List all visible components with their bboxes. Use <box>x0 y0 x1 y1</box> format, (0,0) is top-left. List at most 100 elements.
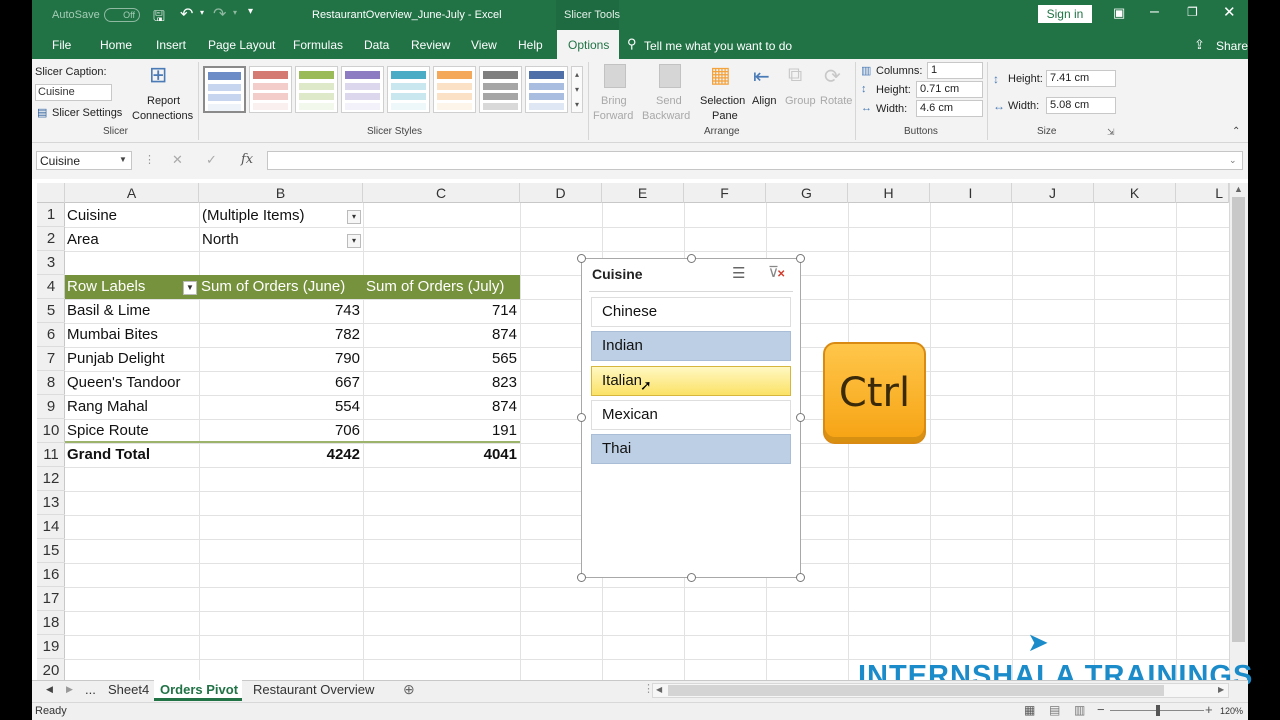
row-header[interactable]: 15 <box>37 539 65 563</box>
resize-handle[interactable] <box>577 573 586 582</box>
slicer-style-3[interactable] <box>295 66 338 113</box>
selection-pane-label-1[interactable]: Selection <box>700 95 745 107</box>
sheet-tab-restaurant-overview[interactable]: Restaurant Overview <box>253 682 374 700</box>
pivot-row-name[interactable]: Spice Route <box>67 419 149 443</box>
row-header[interactable]: 10 <box>37 419 65 443</box>
collapse-ribbon-icon[interactable]: ⌃ <box>1232 126 1240 137</box>
share-icon[interactable]: ⇪ <box>1194 37 1205 53</box>
size-dialog-launcher-icon[interactable]: ⇲ <box>1107 127 1115 138</box>
column-header-e[interactable]: E <box>602 183 684 203</box>
pivot-row-june[interactable]: 706 <box>199 419 360 443</box>
pivot-row-july[interactable]: 823 <box>363 371 517 395</box>
slicer-item-mexican[interactable]: Mexican <box>591 400 791 430</box>
selection-pane-label-2[interactable]: Pane <box>712 110 738 122</box>
select-all-corner[interactable] <box>37 183 65 203</box>
new-sheet-icon[interactable]: ⊕ <box>403 681 415 698</box>
row-header[interactable]: 17 <box>37 587 65 611</box>
tab-data[interactable]: Data <box>364 38 389 52</box>
horizontal-scroll-thumb[interactable] <box>668 685 1164 696</box>
pivot-row-july[interactable]: 565 <box>363 347 517 371</box>
scroll-tabs-left-icon[interactable]: ◀ <box>46 684 53 695</box>
row-header[interactable]: 4 <box>37 275 65 299</box>
redo-icon[interactable]: ↷ <box>213 4 226 24</box>
slicer-item-thai[interactable]: Thai <box>591 434 791 464</box>
slicer-settings-icon[interactable]: ▤ <box>37 106 47 119</box>
tab-file[interactable]: File <box>52 38 71 52</box>
tab-insert[interactable]: Insert <box>156 38 186 52</box>
slicer-style-1[interactable] <box>203 66 246 113</box>
report-connections-label-2[interactable]: Connections <box>132 110 193 122</box>
row-header[interactable]: 3 <box>37 251 65 275</box>
slicer-style-6[interactable] <box>433 66 476 113</box>
name-box-dropdown-icon[interactable]: ▼ <box>119 155 127 164</box>
pivot-row-june[interactable]: 554 <box>199 395 360 419</box>
resize-handle[interactable] <box>796 413 805 422</box>
pivot-filter-label-area[interactable]: Area <box>67 228 99 252</box>
tab-page-layout[interactable]: Page Layout <box>208 38 275 52</box>
row-header[interactable]: 2 <box>37 227 65 251</box>
sheet-tab-orders-pivot[interactable]: Orders Pivot <box>160 682 238 700</box>
tab-help[interactable]: Help <box>518 38 543 52</box>
save-icon[interactable]: 🖫 <box>153 6 165 30</box>
column-header-g[interactable]: G <box>766 183 848 203</box>
normal-view-icon[interactable]: ▦ <box>1024 703 1035 717</box>
zoom-level[interactable]: 120% <box>1220 706 1243 716</box>
pivot-row-june[interactable]: 667 <box>199 371 360 395</box>
grand-total-july[interactable]: 4041 <box>363 443 517 467</box>
formula-input[interactable] <box>267 151 1243 170</box>
resize-handle[interactable] <box>577 413 586 422</box>
tab-home[interactable]: Home <box>100 38 132 52</box>
grand-total-label[interactable]: Grand Total <box>67 443 150 467</box>
pivot-row-name[interactable]: Mumbai Bites <box>67 323 158 347</box>
button-height-spinner[interactable]: 0.71 cm <box>916 81 983 98</box>
column-header-b[interactable]: B <box>199 183 363 203</box>
tab-review[interactable]: Review <box>411 38 450 52</box>
pivot-row-july[interactable]: 874 <box>363 323 517 347</box>
pivot-row-name[interactable]: Rang Mahal <box>67 395 148 419</box>
size-width-spinner[interactable]: 5.08 cm <box>1046 97 1116 114</box>
row-header[interactable]: 1 <box>37 203 65 227</box>
share-button[interactable]: Share <box>1216 39 1248 53</box>
filter-active-icon[interactable]: ▾ <box>347 234 361 248</box>
column-header-k[interactable]: K <box>1094 183 1176 203</box>
filter-active-icon[interactable]: ▾ <box>347 210 361 224</box>
pivot-row-name[interactable]: Queen's Tandoor <box>67 371 181 395</box>
slicer-item-chinese[interactable]: Chinese <box>591 297 791 327</box>
undo-icon[interactable]: ↶ <box>180 4 193 24</box>
align-icon[interactable]: ⇤ <box>753 64 770 89</box>
restore-icon[interactable]: ❐ <box>1187 5 1198 19</box>
scroll-up-icon[interactable]: ▲ <box>1234 184 1243 194</box>
slicer-style-7[interactable] <box>479 66 522 113</box>
column-header-i[interactable]: I <box>930 183 1012 203</box>
row-header[interactable]: 6 <box>37 323 65 347</box>
expand-formula-bar-icon[interactable]: ⌄ <box>1229 155 1237 166</box>
slicer-style-8[interactable] <box>525 66 568 113</box>
insert-function-button[interactable]: fx <box>241 152 253 167</box>
resize-handle[interactable] <box>687 573 696 582</box>
scroll-right-icon[interactable]: ▶ <box>1218 685 1224 694</box>
zoom-in-icon[interactable]: + <box>1205 702 1213 717</box>
tab-formulas[interactable]: Formulas <box>293 38 343 52</box>
column-header-c[interactable]: C <box>363 183 520 203</box>
row-labels-filter-icon[interactable]: ▼ <box>183 281 197 295</box>
row-header[interactable]: 18 <box>37 611 65 635</box>
resize-handle[interactable] <box>796 573 805 582</box>
ribbon-display-options-icon[interactable]: ▣ <box>1113 5 1125 21</box>
slicer-style-5[interactable] <box>387 66 430 113</box>
customize-qat-icon[interactable]: ▾ <box>248 6 253 17</box>
grand-total-june[interactable]: 4242 <box>199 443 360 467</box>
column-header-h[interactable]: H <box>848 183 930 203</box>
close-icon[interactable]: ✕ <box>1223 3 1236 21</box>
autosave-toggle[interactable]: Off <box>104 8 140 22</box>
slicer-caption-input[interactable]: Cuisine <box>35 84 112 101</box>
pivot-row-name[interactable]: Basil & Lime <box>67 299 150 323</box>
column-header-a[interactable]: A <box>65 183 199 203</box>
slicer-item-indian[interactable]: Indian <box>591 331 791 361</box>
name-box[interactable]: Cuisine <box>36 151 132 170</box>
column-header-d[interactable]: D <box>520 183 602 203</box>
pivot-header-row-labels[interactable]: Row Labels <box>67 275 145 299</box>
row-header[interactable]: 19 <box>37 635 65 659</box>
slicer-style-2[interactable] <box>249 66 292 113</box>
page-layout-view-icon[interactable]: ▤ <box>1049 703 1060 717</box>
zoom-slider-thumb[interactable] <box>1156 705 1160 716</box>
